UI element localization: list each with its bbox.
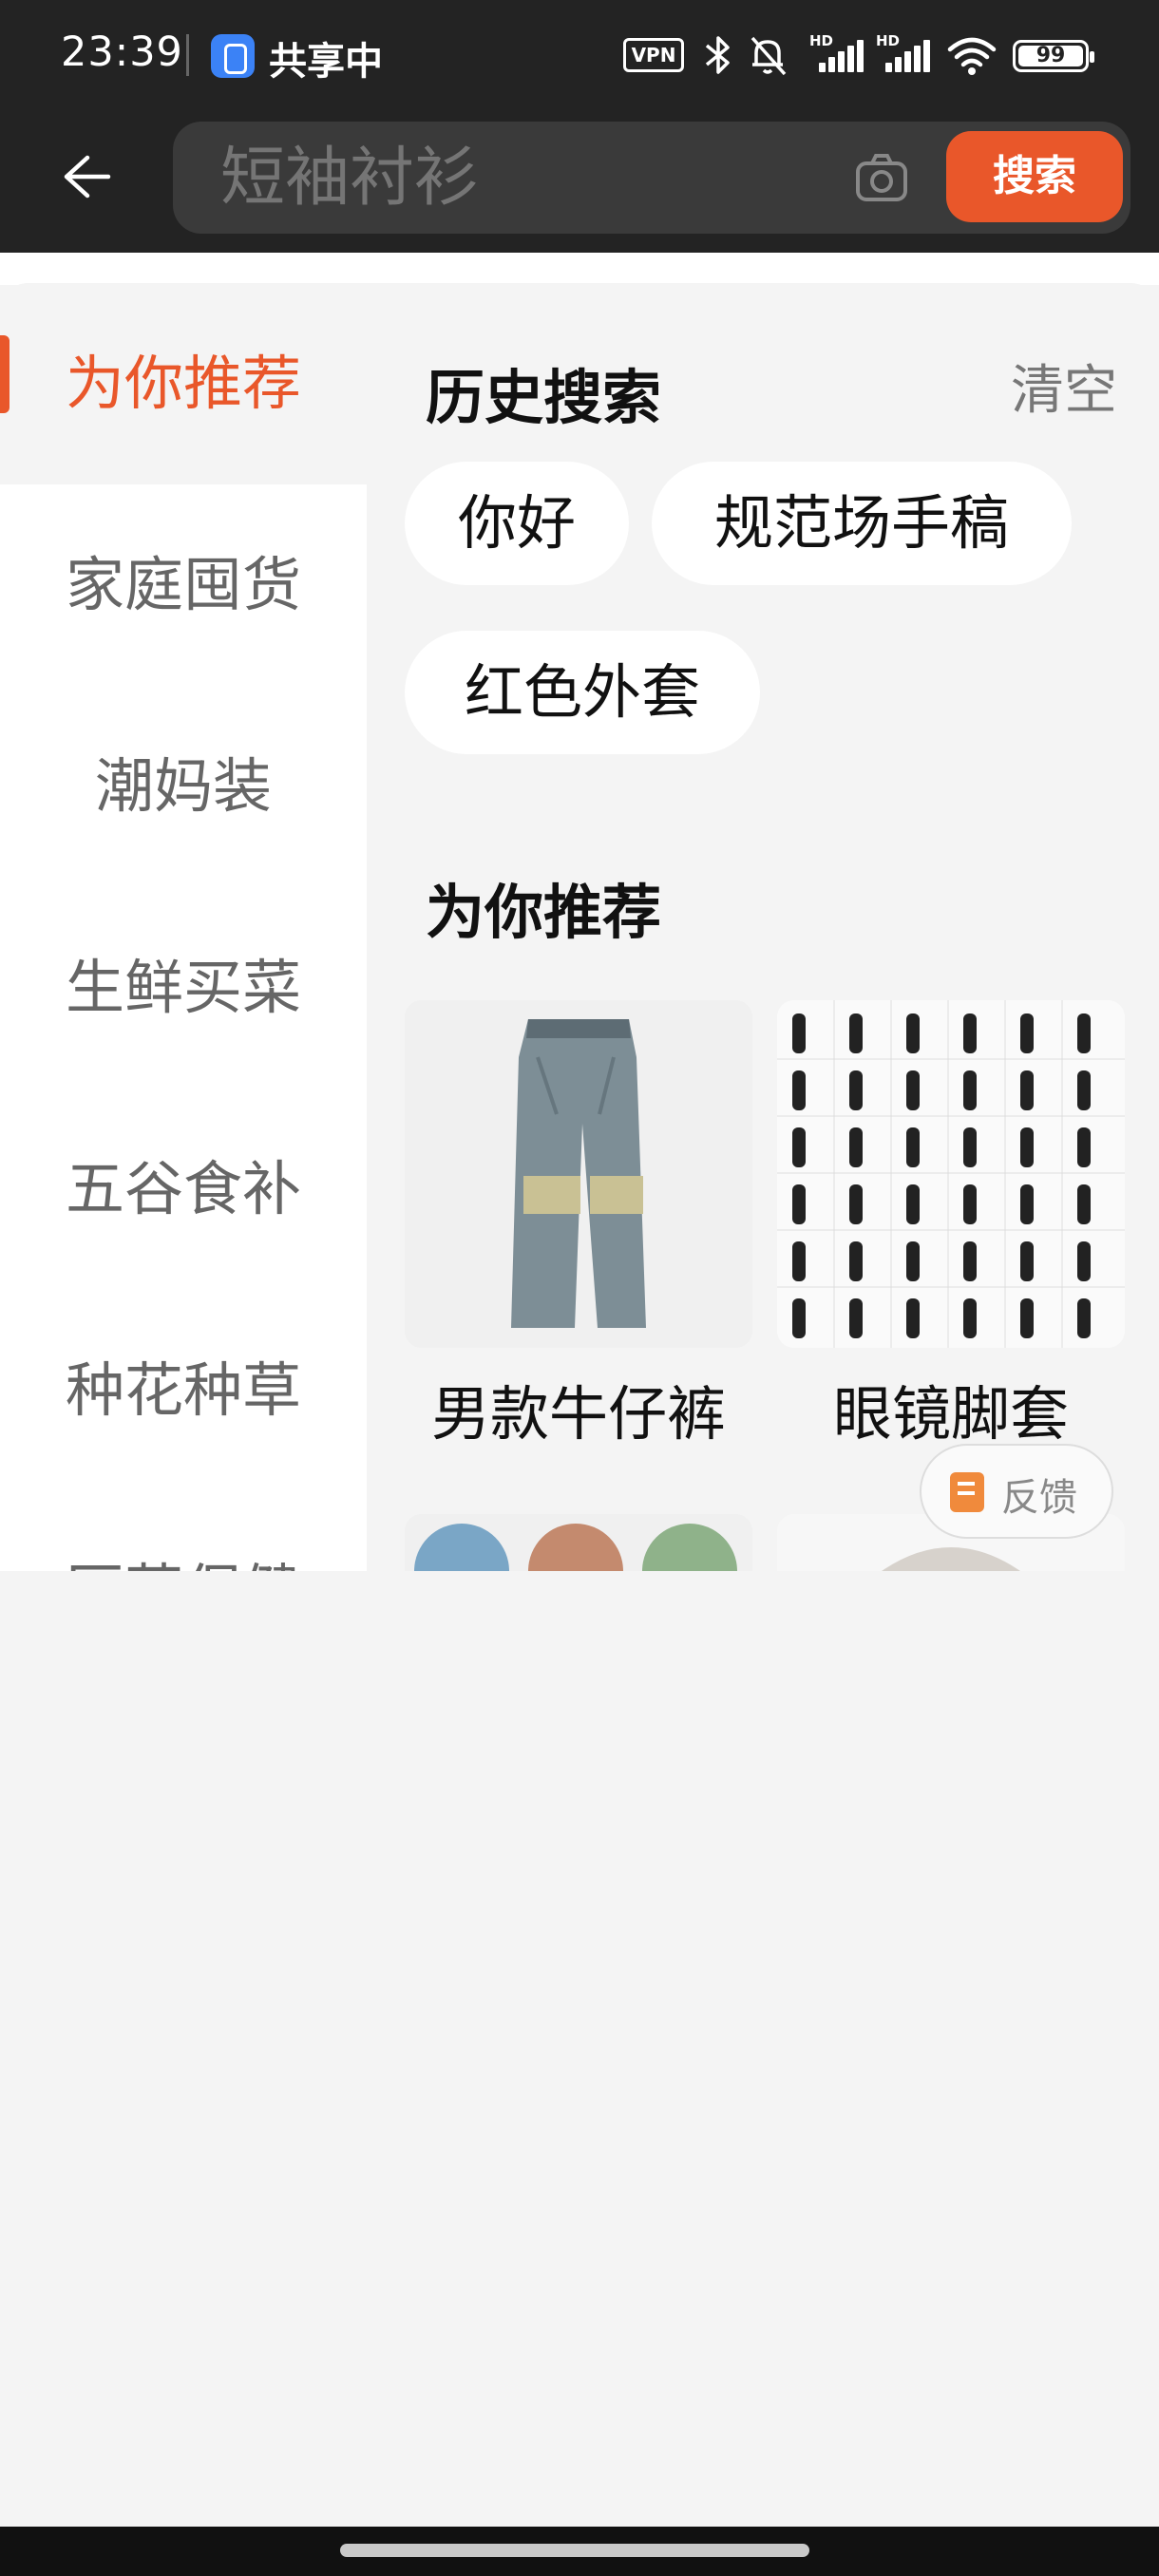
product-image-glasses-covers[interactable] (777, 1000, 1125, 1348)
battery-level: 99 (1018, 46, 1083, 66)
history-chip[interactable]: 你好 (405, 462, 629, 585)
wifi-icon (946, 32, 998, 78)
sidebar-item-household[interactable]: 家庭囤货 (0, 484, 367, 686)
signal-strength-icon: HD (809, 32, 864, 76)
feedback-button[interactable]: 反馈 (920, 1444, 1113, 1539)
product-label: 男款牛仔裤 (430, 1379, 726, 1449)
system-navigation-bar (0, 2527, 1159, 2576)
signal-strength-icon-2: HD (876, 32, 931, 76)
product-image-jeans[interactable] (405, 1000, 752, 1348)
screen-share-icon (211, 34, 255, 78)
history-title: 历史搜索 (426, 363, 662, 432)
sidebar-item-recommend[interactable]: 为你推荐 (0, 283, 367, 484)
recommend-panel: 历史搜索 清空 你好 规范场手稿 红色外套 为你推荐 男款牛仔裤 眼镜脚套 反馈 (367, 283, 1159, 1571)
sidebar-item-maternity[interactable]: 潮妈装 (0, 686, 367, 887)
search-bar: 搜索 (173, 122, 1130, 234)
active-indicator (0, 335, 10, 413)
sidebar-item-health[interactable]: 医药保健 (0, 1491, 367, 1571)
clear-history-button[interactable]: 清空 (1011, 348, 1117, 425)
sidebar-item-gardening[interactable]: 种花种草 (0, 1290, 367, 1491)
feedback-icon (950, 1472, 984, 1512)
camera-icon[interactable] (853, 150, 910, 207)
vpn-icon: VPN (623, 38, 684, 72)
sharing-status-label: 共享中 (269, 40, 383, 84)
sidebar-item-grocery[interactable]: 生鲜买菜 (0, 887, 367, 1089)
search-input[interactable] (220, 141, 828, 215)
sidebar-item-grains[interactable]: 五谷食补 (0, 1089, 367, 1290)
back-arrow-icon[interactable] (59, 150, 112, 203)
status-time: 23:39 (61, 28, 183, 76)
category-sidebar: 为你推荐 家庭囤货 潮妈装 生鲜买菜 五谷食补 种花种草 医药保健 (0, 283, 367, 1571)
top-bar: 23:39 共享中 VPN HD HD 99 搜索 (0, 0, 1159, 253)
battery-icon: 99 (1013, 40, 1094, 72)
main-content: 为你推荐 家庭囤货 潮妈装 生鲜买菜 五谷食补 种花种草 医药保健 历史搜索 清… (0, 283, 1159, 1571)
home-indicator[interactable] (340, 2544, 809, 2557)
recommend-title: 为你推荐 (426, 878, 662, 947)
status-bar: 23:39 共享中 VPN HD HD 99 (0, 0, 1159, 112)
bluetooth-icon (699, 32, 737, 78)
mute-bell-icon (747, 32, 788, 78)
feedback-label: 反馈 (1001, 1476, 1077, 1520)
product-image-shirts[interactable] (405, 1514, 752, 1571)
history-chip[interactable]: 规范场手稿 (652, 462, 1072, 585)
product-label: 眼镜脚套 (832, 1379, 1069, 1449)
status-separator (186, 34, 189, 76)
search-button[interactable]: 搜索 (946, 131, 1123, 222)
history-chip[interactable]: 红色外套 (405, 631, 760, 754)
header-divider (0, 253, 1159, 285)
